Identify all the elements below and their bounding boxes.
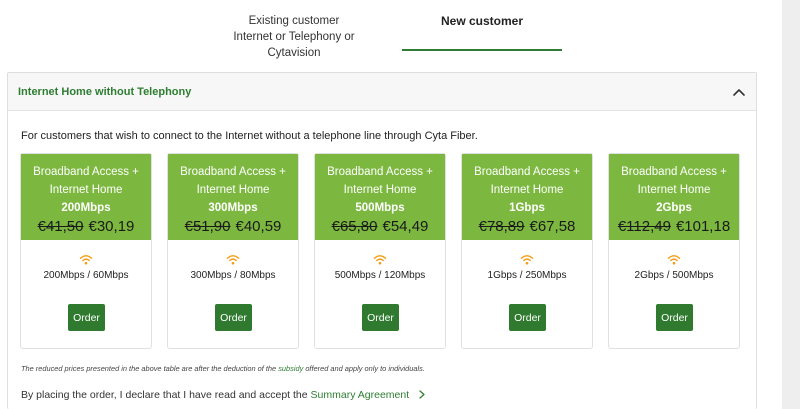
price-row: €112,49 €101,18 <box>609 218 739 235</box>
tab-existing-title: Existing customer <box>248 15 340 27</box>
plan-name: Broadband Access + Internet Home 300Mbps <box>168 163 298 217</box>
plan-speed: 500Mbps <box>355 202 405 214</box>
plan-card-500mbps: Broadband Access + Internet Home 500Mbps… <box>314 153 446 349</box>
order-button[interactable]: Order <box>68 304 105 331</box>
plan-speeds: 200Mbps / 60Mbps <box>43 270 129 281</box>
chevron-up-icon[interactable] <box>732 85 746 99</box>
plan-name-line2: Internet Home <box>196 184 270 196</box>
price-row: €51,90 €40,59 <box>168 218 298 235</box>
page-scroll-gutter <box>782 0 800 409</box>
old-price: €41,50 <box>37 218 84 235</box>
wifi-icon <box>520 255 534 265</box>
wifi-icon <box>226 255 240 265</box>
declaration-text: By placing the order, I declare that I h… <box>21 389 311 401</box>
plan-speeds: 2Gbps / 500Mbps <box>634 270 714 281</box>
plan-name-line1: Broadband Access + <box>180 166 286 178</box>
plan-card-header: Broadband Access + Internet Home 200Mbps… <box>21 154 151 240</box>
plan-name: Broadband Access + Internet Home 500Mbps <box>315 163 445 217</box>
plan-card-header: Broadband Access + Internet Home 300Mbps… <box>168 154 298 240</box>
order-button[interactable]: Order <box>509 304 546 331</box>
accordion-header[interactable]: Internet Home without Telephony <box>8 73 756 111</box>
plan-card-header: Broadband Access + Internet Home 1Gbps €… <box>462 154 592 240</box>
plan-name-line1: Broadband Access + <box>327 166 433 178</box>
order-button[interactable]: Order <box>215 304 252 331</box>
tab-existing-subtitle: Internet or Telephony or Cytavision <box>233 31 355 59</box>
plan-name: Broadband Access + Internet Home 2Gbps <box>609 163 739 217</box>
plan-speed: 300Mbps <box>208 202 258 214</box>
price-row: €78,89 €67,58 <box>462 218 592 235</box>
plan-name-line1: Broadband Access + <box>621 166 727 178</box>
summary-agreement-link[interactable]: Summary Agreement <box>311 389 410 401</box>
plans-intro-text: For customers that wish to connect to th… <box>21 130 478 142</box>
accordion-title: Internet Home without Telephony <box>18 86 192 98</box>
plan-speeds: 300Mbps / 80Mbps <box>190 270 276 281</box>
order-button[interactable]: Order <box>362 304 399 331</box>
plan-name-line2: Internet Home <box>49 184 123 196</box>
plan-card-300mbps: Broadband Access + Internet Home 300Mbps… <box>167 153 299 349</box>
plan-name-line2: Internet Home <box>343 184 417 196</box>
plan-speeds: 500Mbps / 120Mbps <box>334 270 426 281</box>
plan-name-line2: Internet Home <box>490 184 564 196</box>
disclaimer-text-before: The reduced prices presented in the abov… <box>21 364 279 373</box>
plan-card-header: Broadband Access + Internet Home 500Mbps… <box>315 154 445 240</box>
plan-name: Broadband Access + Internet Home 1Gbps <box>462 163 592 217</box>
chevron-right-icon[interactable] <box>418 390 426 399</box>
active-tab-indicator <box>402 49 562 51</box>
tab-new-title: New customer <box>440 14 524 28</box>
tab-existing-customer[interactable]: Existing customer Internet or Telephony … <box>206 13 382 61</box>
plan-speeds: 1Gbps / 250Mbps <box>487 270 567 281</box>
new-price: €30,19 <box>88 218 135 235</box>
plan-name-line1: Broadband Access + <box>474 166 580 178</box>
order-button[interactable]: Order <box>656 304 693 331</box>
plans-accordion-panel: Internet Home without Telephony For cust… <box>7 72 757 409</box>
order-declaration: By placing the order, I declare that I h… <box>21 389 426 401</box>
plan-speed: 2Gbps <box>656 202 692 214</box>
old-price: €51,90 <box>184 218 231 235</box>
old-price: €65,80 <box>331 218 378 235</box>
plan-name-line2: Internet Home <box>637 184 711 196</box>
old-price: €78,89 <box>478 218 525 235</box>
subsidy-link[interactable]: subsidy <box>278 364 303 373</box>
plan-speed: 200Mbps <box>61 202 111 214</box>
plan-speed: 1Gbps <box>509 202 545 214</box>
new-price: €54,49 <box>382 218 429 235</box>
subsidy-disclaimer: The reduced prices presented in the abov… <box>21 364 425 373</box>
new-price: €40,59 <box>235 218 282 235</box>
tab-new-customer[interactable]: New customer <box>402 13 562 29</box>
plan-card-1gbps: Broadband Access + Internet Home 1Gbps €… <box>461 153 593 349</box>
plan-card-2gbps: Broadband Access + Internet Home 2Gbps €… <box>608 153 740 349</box>
plan-name-line1: Broadband Access + <box>33 166 139 178</box>
wifi-icon <box>79 255 93 265</box>
plan-card-header: Broadband Access + Internet Home 2Gbps €… <box>609 154 739 240</box>
new-price: €67,58 <box>529 218 576 235</box>
disclaimer-text-after: offered and apply only to individuals. <box>303 364 425 373</box>
new-price: €101,18 <box>675 218 731 235</box>
wifi-icon <box>373 255 387 265</box>
customer-type-tabs: Existing customer Internet or Telephony … <box>0 0 780 59</box>
plan-name: Broadband Access + Internet Home 200Mbps <box>21 163 151 217</box>
price-row: €65,80 €54,49 <box>315 218 445 235</box>
price-row: €41,50 €30,19 <box>21 218 151 235</box>
old-price: €112,49 <box>617 218 671 235</box>
plan-card-200mbps: Broadband Access + Internet Home 200Mbps… <box>20 153 152 349</box>
wifi-icon <box>667 255 681 265</box>
